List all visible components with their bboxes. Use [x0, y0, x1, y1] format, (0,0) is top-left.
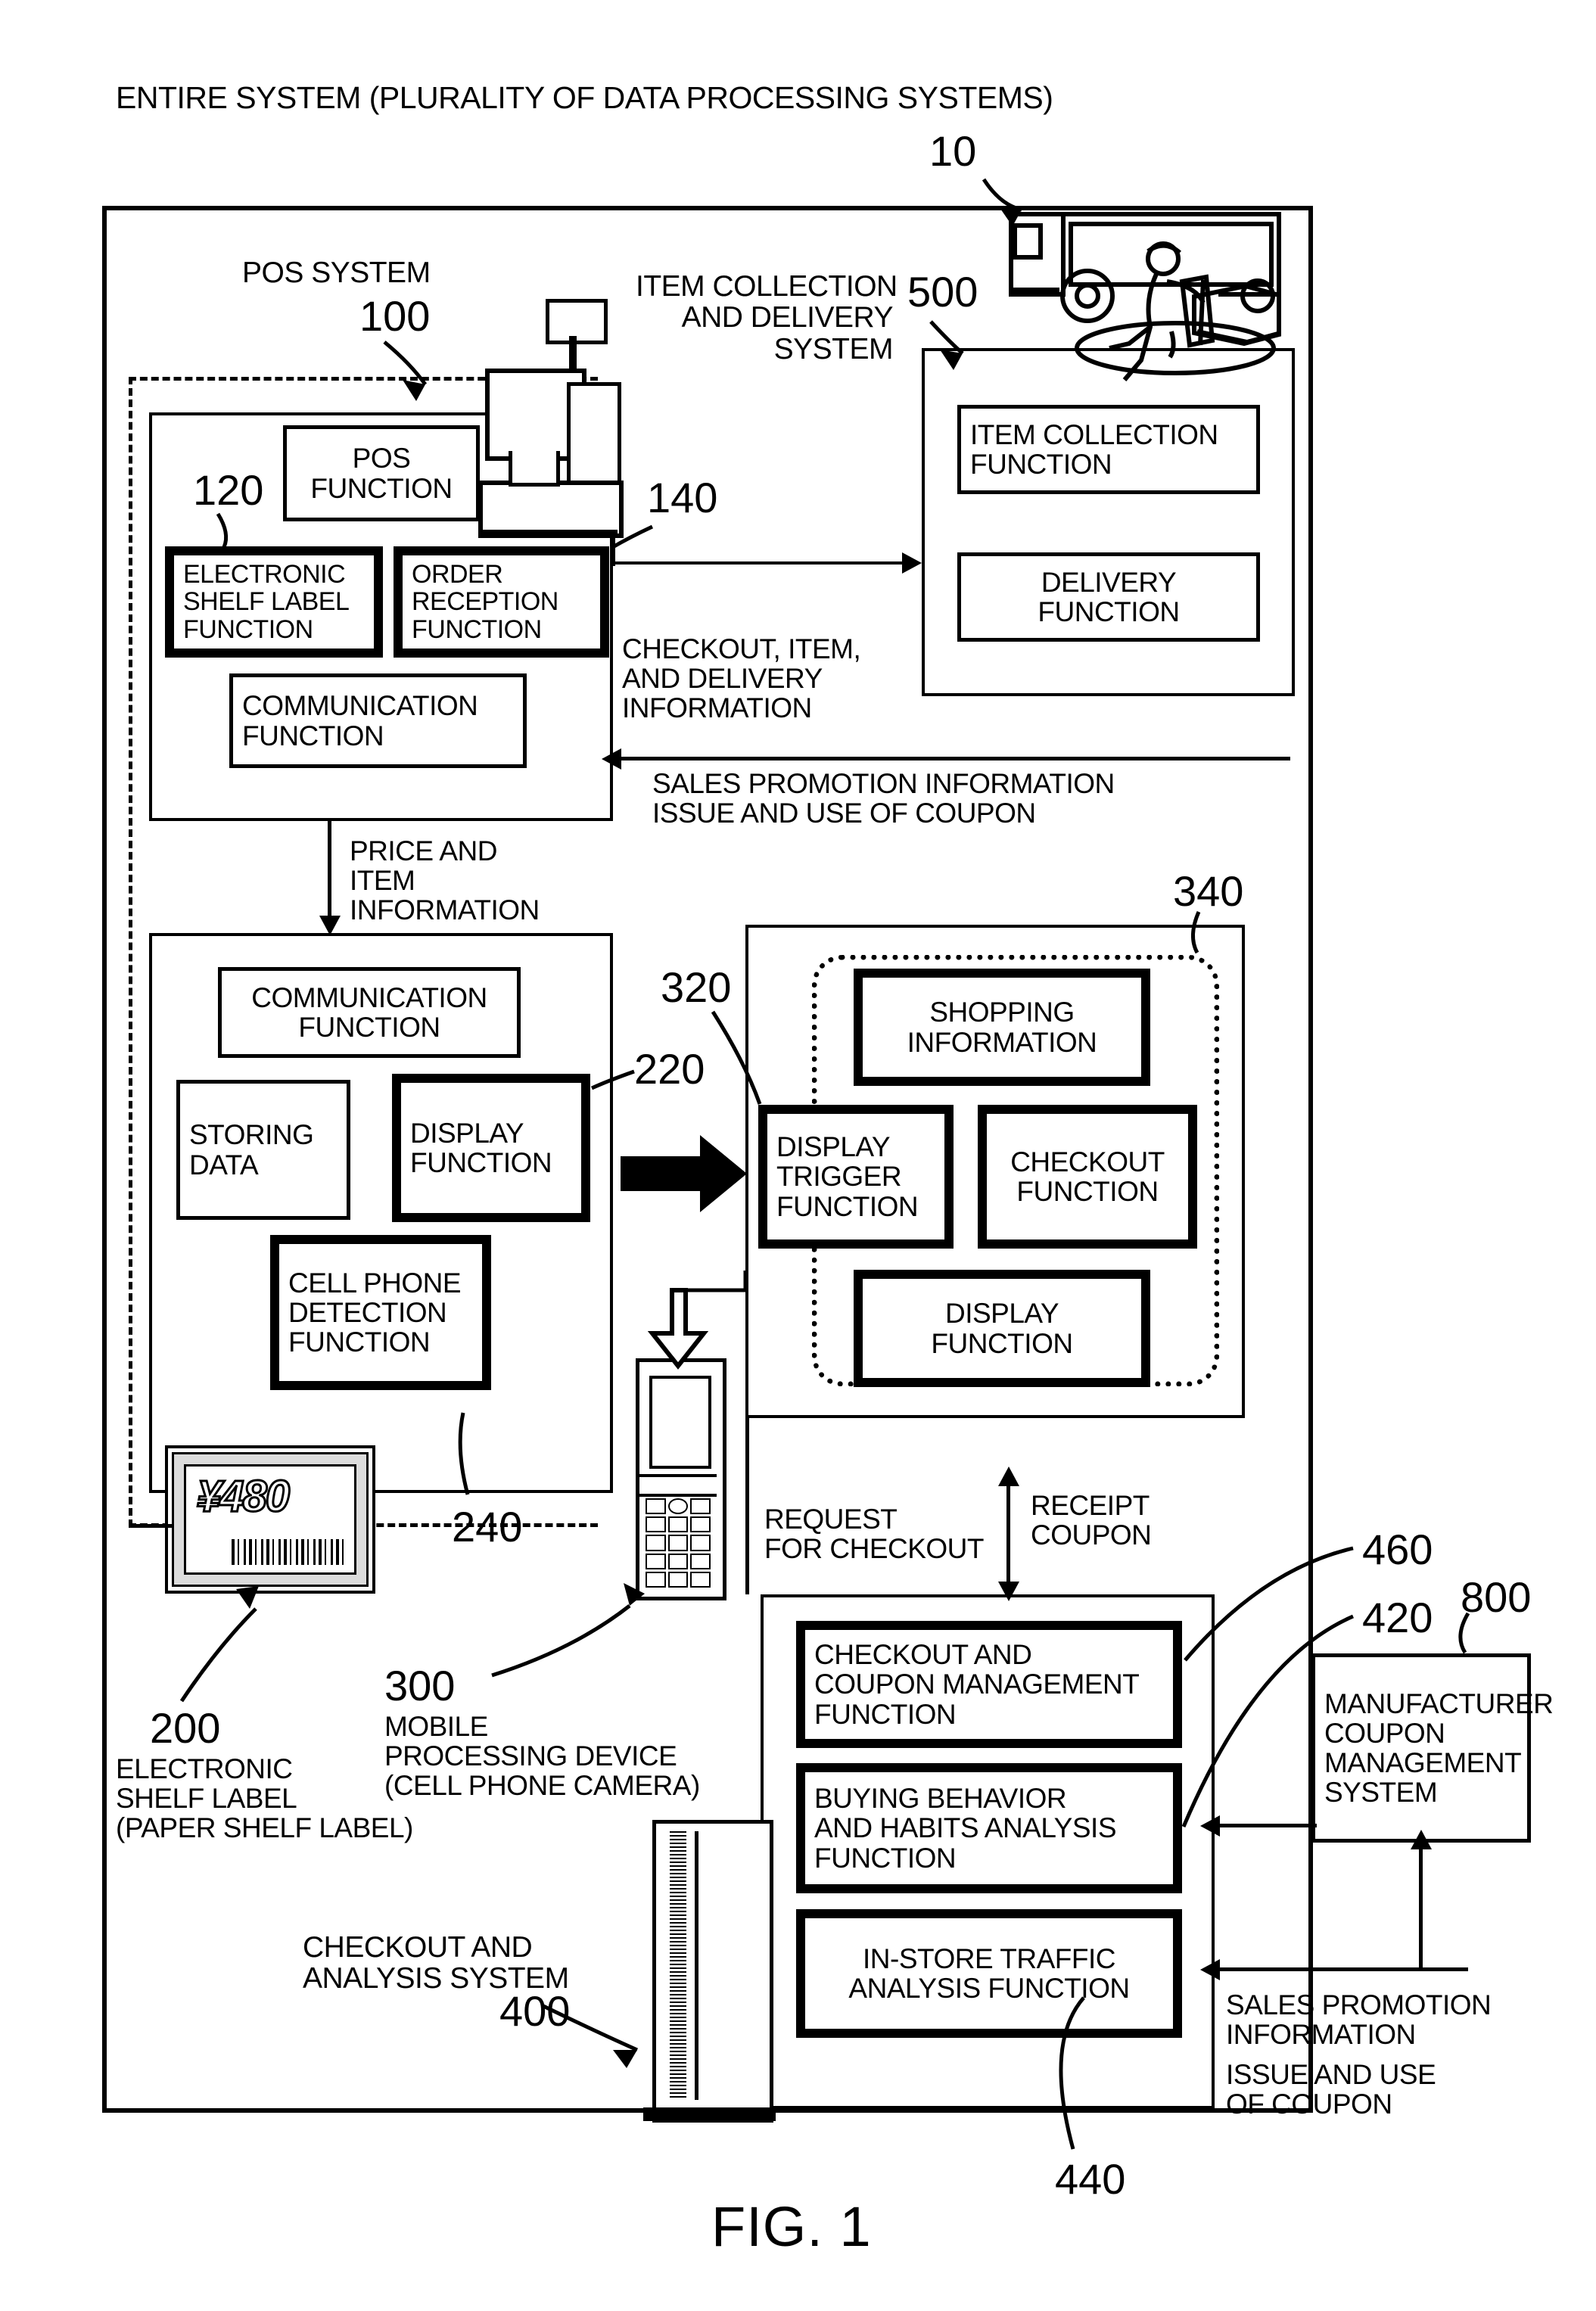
order-reception-function-label: ORDER RECEPTION FUNCTION [412, 560, 558, 644]
coupon-to-analysis-line-2 [1218, 1967, 1468, 1971]
esl-display-function-box: DISPLAY FUNCTION [392, 1074, 590, 1222]
server-base [643, 2107, 776, 2121]
mobile-checkout-function-label: CHECKOUT FUNCTION [1010, 1146, 1165, 1207]
mobile-checkout-function-box: CHECKOUT FUNCTION [978, 1105, 1197, 1249]
delivery-function-box: DELIVERY FUNCTION [957, 552, 1260, 642]
coupon-to-analysis-arrow-2 [1200, 1959, 1220, 1980]
checkout-coupon-management-function-box: CHECKOUT AND COUPON MANAGEMENT FUNCTION [796, 1621, 1182, 1748]
item-collection-delivery-label: ITEM COLLECTION AND DELIVERY SYSTEM [636, 270, 898, 365]
checkout-coupon-management-function-label: CHECKOUT AND COUPON MANAGEMENT FUNCTION [814, 1639, 1140, 1730]
server-panel-stripes [670, 1831, 686, 2100]
sales-promotion-top-line [621, 757, 1290, 760]
figure-caption: FIG. 1 [711, 2195, 872, 2258]
item-collection-function-label: ITEM COLLECTION FUNCTION [970, 418, 1218, 480]
esl-to-mobile-thick-arrow-shaft [621, 1156, 704, 1191]
manufacturer-coupon-system-box: MANUFACTURER COUPON MANAGEMENT SYSTEM [1311, 1653, 1554, 1843]
pos-function-label: POS FUNCTION [310, 443, 453, 504]
cell-phone-detection-function-box: CELL PHONE DETECTION FUNCTION [270, 1235, 491, 1390]
electronic-shelf-label-function-label: ELECTRONIC SHELF LABEL FUNCTION [183, 560, 350, 644]
electronic-shelf-label-function-box: ELECTRONIC SHELF LABEL FUNCTION [165, 546, 383, 658]
coupon-riser-line [1419, 1843, 1423, 1970]
ref-300: 300 [384, 1662, 456, 1709]
shelf-label-price: ¥480 [195, 1471, 291, 1523]
sales-promotion-top-label: SALES PROMOTION INFORMATION ISSUE AND US… [652, 768, 1115, 829]
issue-use-coupon-bottom-label: ISSUE AND USE OF COUPON [1226, 2059, 1436, 2120]
cell-phone-screen [649, 1376, 711, 1469]
checkout-analysis-system-caption: CHECKOUT AND ANALYSIS SYSTEM [303, 1931, 569, 1995]
cell-phone-speaker-bar [638, 1474, 717, 1497]
ref-200: 200 [150, 1704, 221, 1752]
storing-data-box: STORING DATA [176, 1080, 350, 1220]
ref-440: 440 [1055, 2155, 1126, 2203]
shopping-information-label: SHOPPING INFORMATION [907, 997, 1097, 1058]
buying-behavior-analysis-function-box: BUYING BEHAVIOR AND HABITS ANALYSIS FUNC… [796, 1763, 1182, 1893]
buying-behavior-analysis-function-label: BUYING BEHAVIOR AND HABITS ANALYSIS FUNC… [814, 1783, 1117, 1874]
receipt-coupon-double-arrow-line [1006, 1479, 1010, 1593]
receipt-coupon-arrow-up [998, 1467, 1019, 1486]
display-trigger-function-box: DISPLAY TRIGGER FUNCTION [758, 1105, 954, 1249]
ref-120: 120 [193, 466, 264, 514]
coupon-to-analysis-line-1 [1218, 1824, 1317, 1827]
pos-system-label: POS SYSTEM [242, 257, 431, 289]
ref-400: 400 [499, 1987, 571, 2035]
esl-connector-line [129, 1524, 174, 1528]
shelf-label-artwork: ¥480 [165, 1445, 375, 1594]
server-panel-line [695, 1831, 698, 2100]
ref-220: 220 [634, 1045, 705, 1093]
cell-phone-detection-function-label: CELL PHONE DETECTION FUNCTION [288, 1267, 462, 1358]
pos-communication-function-label: COMMUNICATION FUNCTION [242, 690, 478, 751]
cell-phone-keypad [646, 1498, 711, 1588]
item-collection-function-box: ITEM COLLECTION FUNCTION [957, 405, 1260, 494]
pos-terminal-shadow [481, 530, 618, 537]
sales-promotion-top-arrowhead [602, 748, 621, 770]
ref-460: 460 [1362, 1526, 1433, 1573]
price-item-info-line [328, 821, 331, 927]
manufacturer-coupon-system-label: MANUFACTURER COUPON MANAGEMENT SYSTEM [1324, 1687, 1554, 1809]
storing-data-label: STORING DATA [189, 1119, 314, 1180]
item-collection-delivery-box [922, 348, 1295, 696]
order-reception-function-box: ORDER RECEPTION FUNCTION [394, 546, 609, 658]
shopping-information-box: SHOPPING INFORMATION [854, 969, 1150, 1086]
pos-terminal-neck [509, 451, 560, 487]
mobile-display-function-box: DISPLAY FUNCTION [854, 1270, 1150, 1387]
delivery-function-label: DELIVERY FUNCTION [1038, 566, 1180, 627]
sales-promotion-bottom-label: SALES PROMOTION INFORMATION [1226, 1989, 1492, 2051]
mobile-display-function-label: DISPLAY FUNCTION [931, 1298, 1073, 1359]
coupon-riser-arrow [1411, 1830, 1432, 1849]
request-for-checkout-label: REQUEST FOR CHECKOUT [764, 1504, 985, 1565]
display-trigger-function-label: DISPLAY TRIGGER FUNCTION [776, 1131, 919, 1222]
ref-340: 340 [1173, 867, 1244, 915]
checkout-item-delivery-arrow-line [613, 561, 904, 565]
ref-10: 10 [929, 127, 977, 175]
checkout-item-delivery-arrow-head [902, 552, 922, 574]
barcode-icon [232, 1539, 345, 1565]
in-store-traffic-analysis-function-box: IN-STORE TRAFFIC ANALYSIS FUNCTION [796, 1909, 1182, 2038]
esl-communication-function-label: COMMUNICATION FUNCTION [251, 981, 487, 1043]
esl-to-mobile-thick-arrow-head [700, 1135, 747, 1212]
mobile-device-caption: MOBILE PROCESSING DEVICE (CELL PHONE CAM… [384, 1711, 700, 1802]
esl-display-function-label: DISPLAY FUNCTION [410, 1117, 552, 1178]
pos-terminal-cable [611, 530, 615, 566]
pos-communication-function-box: COMMUNICATION FUNCTION [229, 673, 527, 768]
ref-420: 420 [1362, 1594, 1433, 1641]
receipt-coupon-label: RECEIPT COUPON [1031, 1490, 1152, 1551]
coupon-to-analysis-arrow-1 [1200, 1815, 1220, 1837]
ref-240: 240 [452, 1503, 523, 1551]
checkout-item-delivery-label: CHECKOUT, ITEM, AND DELIVERY INFORMATION [622, 633, 861, 724]
ref-140: 140 [647, 474, 718, 521]
esl-communication-function-box: COMMUNICATION FUNCTION [218, 967, 521, 1058]
figure-title: ENTIRE SYSTEM (PLURALITY OF DATA PROCESS… [116, 80, 1053, 115]
patent-figure-page: ENTIRE SYSTEM (PLURALITY OF DATA PROCESS… [0, 0, 1596, 2311]
ref-100: 100 [359, 292, 431, 340]
ref-800: 800 [1461, 1573, 1532, 1621]
pos-terminal-customer-display [546, 299, 608, 344]
ref-320: 320 [661, 963, 732, 1011]
in-store-traffic-analysis-function-label: IN-STORE TRAFFIC ANALYSIS FUNCTION [848, 1942, 1130, 2004]
electronic-shelf-label-caption: ELECTRONIC SHELF LABEL (PAPER SHELF LABE… [116, 1753, 413, 1844]
request-checkout-connector [745, 1418, 749, 1594]
pos-function-box: POS FUNCTION [283, 425, 480, 521]
ref-500: 500 [907, 268, 978, 316]
price-item-info-label: PRICE AND ITEM INFORMATION [350, 835, 540, 926]
